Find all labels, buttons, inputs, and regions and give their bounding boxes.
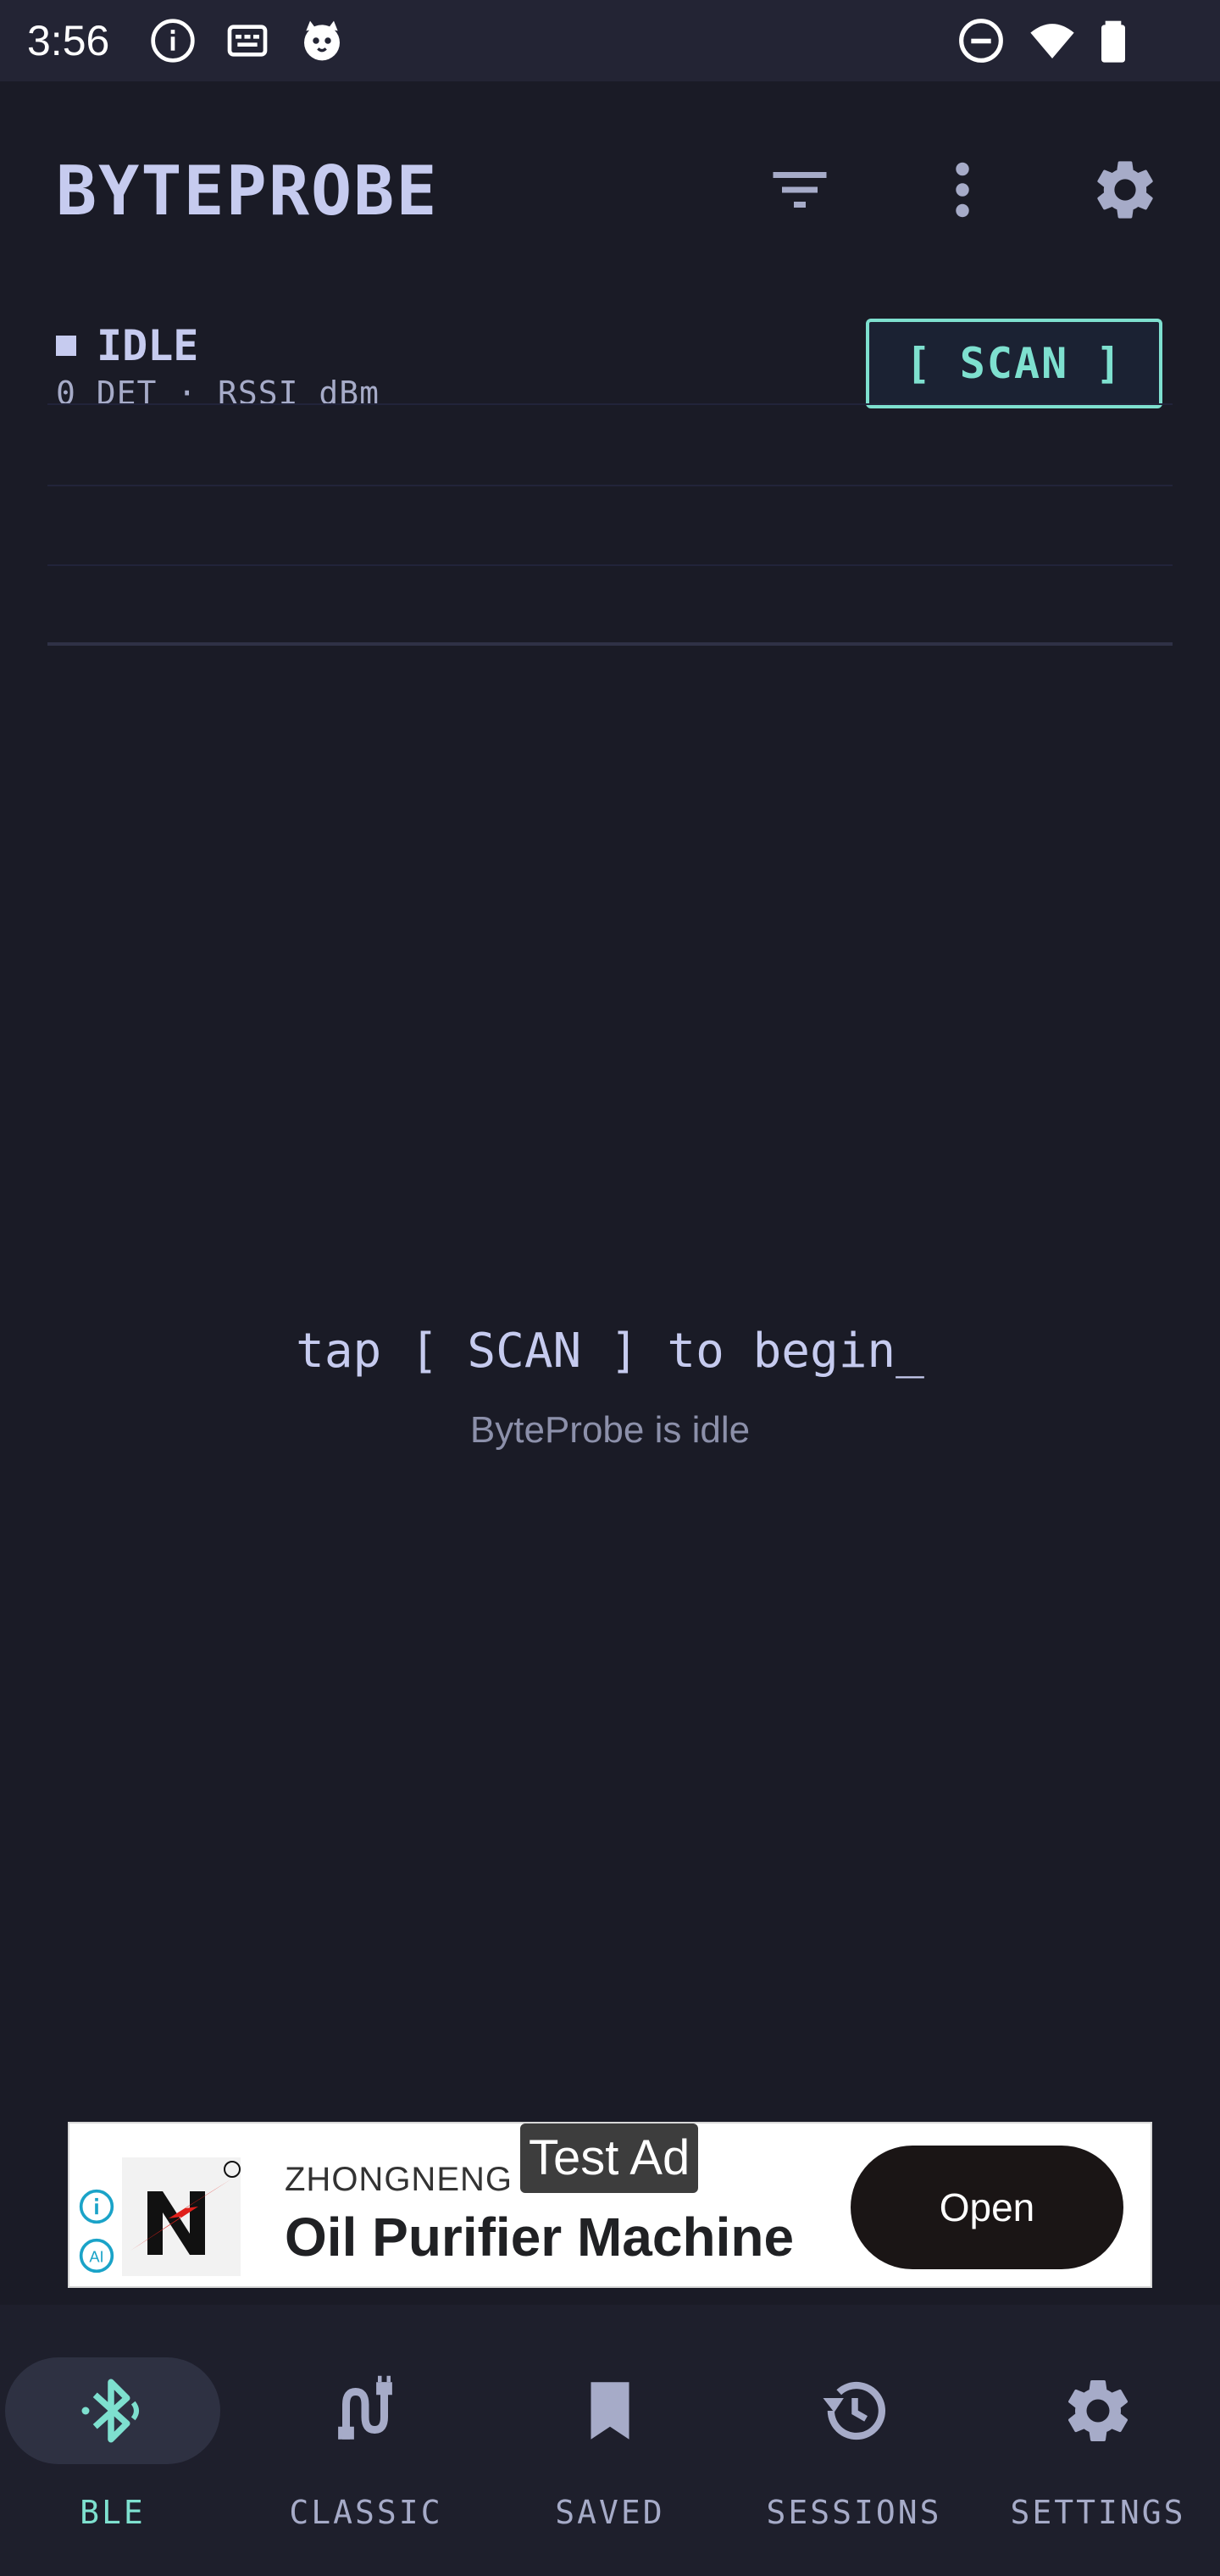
cable-icon — [338, 2375, 392, 2440]
battery-icon — [1101, 20, 1125, 63]
bottom-nav: BLE CLASSIC SAVED SESSIONS SETTINGS — [0, 2305, 1220, 2576]
nav-item-sessions[interactable]: SESSIONS — [732, 2305, 976, 2576]
status-bar: 3:56 — [0, 0, 1220, 81]
nav-label-saved: SAVED — [555, 2494, 665, 2531]
nav-item-settings[interactable]: SETTINGS — [976, 2305, 1220, 2576]
divider — [47, 642, 1173, 646]
ad-brand: ZHONGNENG O — [285, 2161, 551, 2198]
bluetooth-icon — [81, 2379, 139, 2443]
nav-label-ble: BLE — [80, 2494, 146, 2531]
app-bar: BYTEPROBE — [0, 81, 1220, 293]
info-icon — [151, 19, 195, 63]
keyboard-icon — [227, 25, 268, 57]
ad-banner[interactable]: AI ZHONGNENG O Oil Purifier Machine Test… — [68, 2122, 1152, 2288]
gear-icon[interactable] — [1090, 154, 1161, 225]
ad-ai-icon[interactable]: AI — [78, 2237, 115, 2274]
scan-meta: 0 DET · RSSI dBm — [56, 375, 380, 412]
ad-open-button[interactable]: Open — [851, 2146, 1123, 2269]
stopped-square-icon — [56, 335, 76, 356]
test-ad-tag: Test Ad — [520, 2124, 699, 2193]
empty-state-title: tap [ SCAN ] to begin_ — [296, 1324, 924, 1379]
scan-state-label: IDLE — [97, 321, 199, 370]
divider — [47, 564, 1173, 566]
history-icon — [823, 2381, 885, 2440]
gear-icon — [1068, 2380, 1128, 2441]
app-title: BYTEPROBE — [56, 152, 439, 230]
status-time: 3:56 — [27, 17, 110, 64]
divider — [47, 403, 1173, 405]
ad-logo — [122, 2157, 241, 2276]
nav-item-classic[interactable]: CLASSIC — [244, 2305, 488, 2576]
nav-item-ble[interactable]: BLE — [0, 2305, 244, 2576]
divider — [47, 485, 1173, 486]
nav-item-saved[interactable]: SAVED — [488, 2305, 732, 2576]
nav-label-classic: CLASSIC — [289, 2494, 443, 2531]
ad-ai-label: AI — [89, 2247, 103, 2265]
filter-icon[interactable] — [764, 154, 835, 225]
nav-label-sessions: SESSIONS — [766, 2494, 942, 2531]
scan-state: IDLE — [56, 320, 198, 371]
ad-info-icon[interactable] — [78, 2188, 115, 2225]
bookmark-icon — [591, 2382, 629, 2440]
scan-button[interactable]: [ SCAN ] — [866, 319, 1162, 408]
nav-label-settings: SETTINGS — [1010, 2494, 1186, 2531]
do-not-disturb-icon — [959, 19, 1003, 63]
cat-icon — [304, 20, 340, 61]
more-vert-icon[interactable] — [927, 154, 998, 225]
wifi-icon — [1030, 24, 1074, 58]
scan-status-row: IDLE 0 DET · RSSI dBm [ SCAN ] — [0, 293, 1220, 429]
ad-headline[interactable]: Oil Purifier Machine — [285, 2205, 794, 2269]
empty-state-subtitle: ByteProbe is idle — [469, 1409, 751, 1451]
